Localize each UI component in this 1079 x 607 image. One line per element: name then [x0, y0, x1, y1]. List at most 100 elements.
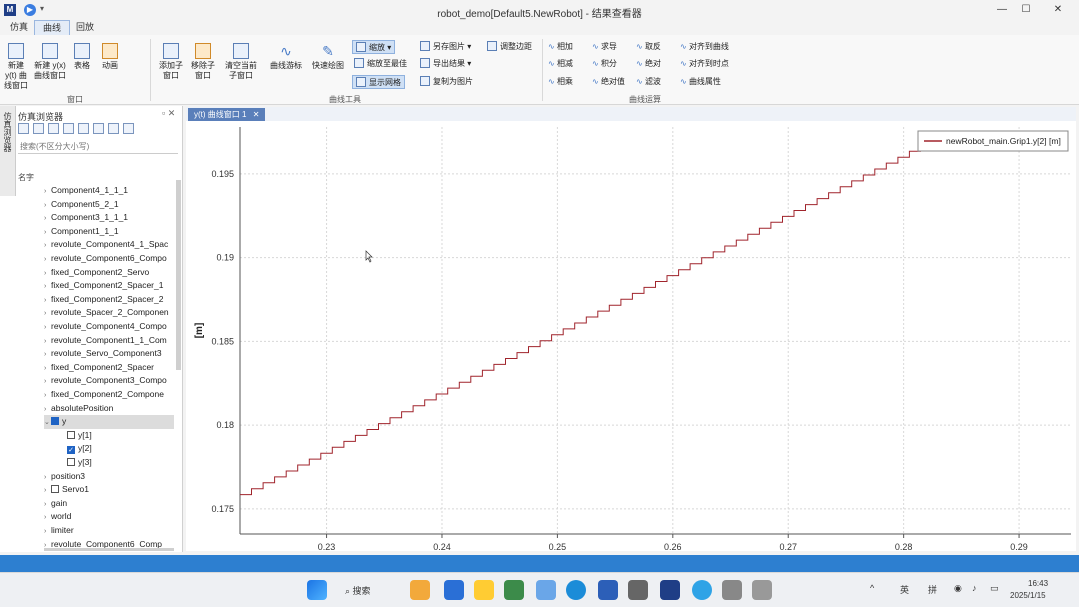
weather-icon[interactable]: [474, 580, 494, 600]
tree-item[interactable]: › limiter: [44, 524, 174, 538]
op-multiply-button[interactable]: ∿ 相乘: [548, 75, 573, 89]
op-absolute-button[interactable]: ∿ 绝对: [636, 57, 661, 71]
tree-item[interactable]: › Component3_1_1_1: [44, 211, 174, 225]
app-icon[interactable]: [504, 580, 524, 600]
chevron-right-icon[interactable]: ›: [44, 253, 51, 266]
collapse-icon[interactable]: [123, 123, 134, 135]
zoom-fit-button[interactable]: 缩放至最佳: [354, 57, 407, 71]
tree-item[interactable]: › Component5_2_1: [44, 198, 174, 212]
tree-item[interactable]: › fixed_Component2_Spacer_2: [44, 293, 174, 307]
op-negate-button[interactable]: ∿ 取反: [636, 40, 661, 54]
chevron-right-icon[interactable]: ›: [44, 226, 51, 239]
tree-item[interactable]: › revolute_Servo_Component3: [44, 347, 174, 361]
battery-icon[interactable]: ▭: [990, 583, 999, 594]
op-align-curve-button[interactable]: ∿ 对齐到曲线: [680, 40, 729, 54]
tree-item[interactable]: › fixed_Component2_Spacer: [44, 361, 174, 375]
new-yx-plot-button[interactable]: 新建 y(x) 曲线窗口: [34, 39, 66, 81]
chevron-right-icon[interactable]: ›: [44, 511, 51, 524]
chevron-right-icon[interactable]: ›: [44, 348, 51, 361]
close-icon[interactable]: ✕: [253, 110, 260, 119]
tree-item[interactable]: › Component1_1_1: [44, 225, 174, 239]
chevron-right-icon[interactable]: ›: [44, 294, 51, 307]
photos-icon[interactable]: [536, 580, 556, 600]
edge-browser-icon[interactable]: [566, 580, 586, 600]
tree-item[interactable]: › gain: [44, 497, 174, 511]
chevron-right-icon[interactable]: ›: [44, 335, 51, 348]
tree-item[interactable]: ✓ y[2]: [60, 442, 190, 456]
chevron-right-icon[interactable]: ›: [44, 403, 51, 416]
tree-item[interactable]: › revolute_Component6_Compo: [44, 252, 174, 266]
search-input[interactable]: [18, 140, 178, 154]
op-filter-button[interactable]: ∿ 滤波: [636, 75, 661, 89]
chat-icon[interactable]: [692, 580, 712, 600]
chevron-right-icon[interactable]: ›: [44, 389, 51, 402]
save-icon[interactable]: [33, 123, 44, 135]
show-grid-button[interactable]: 显示网格: [352, 75, 405, 89]
chevron-right-icon[interactable]: ›: [44, 362, 51, 375]
copy-image-button[interactable]: 复制为图片: [420, 75, 473, 89]
filter-icon[interactable]: [63, 123, 74, 135]
chevron-right-icon[interactable]: ›: [44, 484, 51, 497]
settings-icon[interactable]: [722, 580, 742, 600]
windows-start-icon[interactable]: [307, 580, 327, 600]
volume-icon[interactable]: ♪: [972, 583, 977, 593]
quick-plot-button[interactable]: ✎ 快速绘图: [310, 39, 346, 71]
tree-horizontal-scrollbar[interactable]: [44, 548, 174, 551]
tree-item[interactable]: › revolute_Component3_Compo: [44, 374, 174, 388]
tree-item[interactable]: › world: [44, 510, 174, 524]
new-yt-plot-button[interactable]: 新建 y(t) 曲线窗口: [2, 39, 30, 91]
tree-item[interactable]: y[1]: [60, 429, 190, 443]
adjust-margin-button[interactable]: 调整边距: [487, 40, 532, 54]
tab-plot-window-1[interactable]: y(t) 曲线窗口 1 ✕: [188, 108, 266, 121]
tree-item[interactable]: › revolute_Component4_1_Spac: [44, 238, 174, 252]
mail-icon[interactable]: [598, 580, 618, 600]
tree-scrollbar[interactable]: [176, 180, 181, 370]
clear-subwindow-button[interactable]: 清空当前子窗口: [222, 39, 260, 81]
network-icon[interactable]: ◉: [954, 583, 962, 594]
checkbox[interactable]: [51, 417, 59, 426]
op-add-button[interactable]: ∿ 相加: [548, 40, 573, 54]
tree-item[interactable]: › position3: [44, 470, 174, 484]
clock-date[interactable]: 2025/1/15: [1010, 591, 1046, 600]
curve-cursor-button[interactable]: ∿ 曲线游标: [268, 39, 304, 71]
export-results-button[interactable]: 导出结果 ▾: [420, 57, 471, 71]
tree-item[interactable]: › absolutePosition: [44, 402, 174, 416]
close-button[interactable]: ✕: [1043, 2, 1073, 18]
app-icon[interactable]: [752, 580, 772, 600]
chevron-right-icon[interactable]: ›: [44, 185, 51, 198]
zoom-button[interactable]: 缩放 ▾: [352, 40, 396, 54]
plot-area[interactable]: 0.175 0.18 0.185 0.19 0.195 0.23 0.24 0.25 0.26 0…: [186, 121, 1076, 552]
chevron-right-icon[interactable]: ›: [44, 375, 51, 388]
clock-time[interactable]: 16:43: [1028, 579, 1048, 588]
list-view-icon[interactable]: [93, 123, 104, 135]
chevron-right-icon[interactable]: ›: [44, 212, 51, 225]
chevron-right-icon[interactable]: ›: [44, 280, 51, 293]
open-folder-icon[interactable]: [18, 123, 29, 135]
tree-item[interactable]: › Component4_1_1_1: [44, 184, 174, 198]
input-method-en[interactable]: 英: [900, 583, 909, 596]
chevron-right-icon[interactable]: ›: [44, 498, 51, 511]
app-icon[interactable]: [628, 580, 648, 600]
checkbox[interactable]: [51, 485, 59, 494]
mworks-app-icon[interactable]: [660, 580, 680, 600]
menu-tab-replay[interactable]: 回放: [68, 20, 102, 35]
simulation-browser-side-tab[interactable]: 仿真浏览器: [0, 106, 16, 196]
op-abs-value-button[interactable]: ∿ 绝对值: [592, 75, 625, 89]
menu-tab-simulation[interactable]: 仿真: [2, 20, 36, 35]
chevron-right-icon[interactable]: ›: [44, 307, 51, 320]
tree-view-icon[interactable]: [78, 123, 89, 135]
add-subwindow-button[interactable]: 添加子窗口: [156, 39, 186, 81]
op-align-time-button[interactable]: ∿ 对齐到时点: [680, 57, 729, 71]
store-icon[interactable]: [444, 580, 464, 600]
tree-item[interactable]: › revolute_Component4_Compo: [44, 320, 174, 334]
taskbar-search-button[interactable]: ⌕ 搜索: [345, 582, 395, 600]
op-curve-props-button[interactable]: ∿ 曲线属性: [680, 75, 721, 89]
save-as-icon[interactable]: [48, 123, 59, 135]
tree-item[interactable]: › fixed_Component2_Servo: [44, 266, 174, 280]
animation-button[interactable]: 动画: [96, 39, 124, 71]
checkbox[interactable]: [67, 458, 75, 466]
tree-item[interactable]: › revolute_Component1_1_Com: [44, 334, 174, 348]
chevron-right-icon[interactable]: ›: [44, 525, 51, 538]
tree-item[interactable]: y[3]: [60, 456, 190, 470]
tree-item[interactable]: › Servo1: [44, 483, 174, 497]
